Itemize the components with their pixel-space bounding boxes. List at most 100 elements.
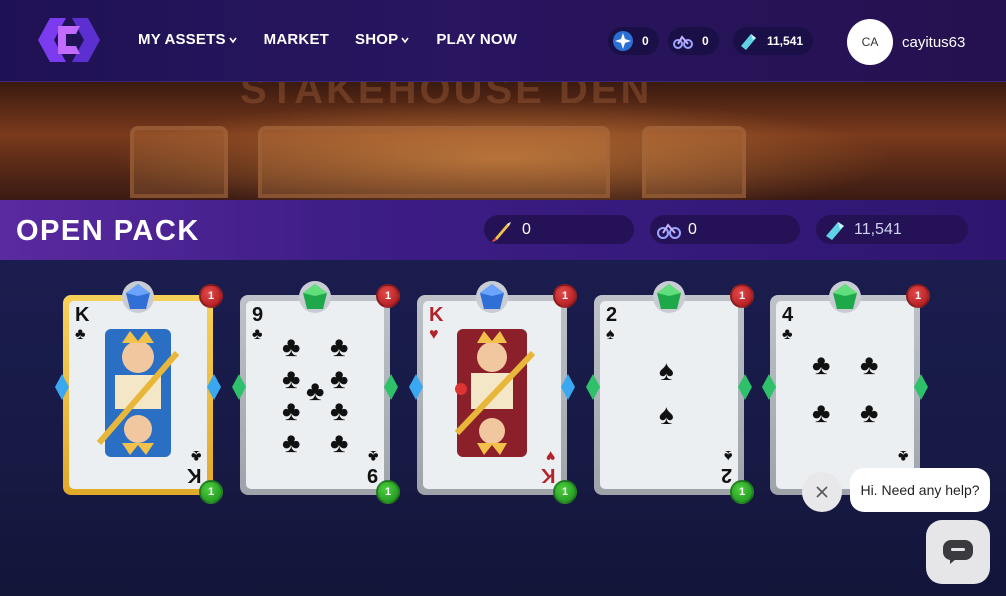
side-gem-icon	[384, 374, 398, 400]
blue-gem-icon	[476, 281, 508, 313]
card-suit: ♥	[429, 326, 439, 343]
banner-sign: STAKEHOUSE DEN	[240, 82, 653, 112]
suit-pip: ♣	[282, 395, 301, 426]
banner-window	[130, 126, 228, 198]
blue-gem-icon	[122, 281, 154, 313]
balance-gem: 11,541	[816, 215, 968, 244]
card-suit-bottom: ♣	[190, 447, 202, 464]
user-menu[interactable]: CA cayitus63	[847, 19, 965, 65]
suit-pip: ♣	[282, 427, 301, 458]
gem-icon	[737, 30, 759, 52]
top-count-badge: 1	[730, 284, 754, 308]
balance-gem-value: 11,541	[854, 220, 902, 238]
open-pack-title: OPEN PACK	[16, 215, 200, 247]
card-face: K ♣ K ♣	[69, 301, 207, 489]
suit-pip: ♣	[860, 397, 879, 428]
currency-star-token-value: 0	[642, 34, 649, 48]
card-k-clubs[interactable]: K ♣ K ♣ 1 1	[55, 281, 223, 504]
chat-launcher-button[interactable]	[926, 520, 990, 584]
nav-play-now[interactable]: PLAY NOW	[436, 31, 517, 48]
banner-window	[642, 126, 746, 198]
nav-shop[interactable]: SHOP	[355, 31, 410, 48]
suit-pip: ♣	[330, 427, 349, 458]
card-rank-bottom: K	[540, 464, 555, 486]
king-portrait-image	[454, 329, 536, 457]
card-frame: 9 ♣ ♣ ♣ ♣ ♣ ♣ ♣ ♣ ♣ ♣ 9 ♣	[240, 295, 390, 495]
balance-rocket-value: 0	[522, 220, 531, 238]
bottom-count-badge: 1	[376, 480, 400, 504]
suit-pip: ♣	[282, 363, 301, 394]
nav-my-assets-label: MY ASSETS	[138, 31, 226, 48]
card-suit-bottom: ♠	[723, 447, 733, 464]
nav-my-assets[interactable]: MY ASSETS	[138, 31, 238, 48]
close-icon	[816, 486, 828, 498]
card-suit-bottom: ♥	[545, 447, 556, 464]
bottom-count-badge: 1	[730, 480, 754, 504]
suit-pip: ♣	[860, 349, 879, 380]
card-suit: ♣	[75, 326, 86, 343]
bike-icon	[672, 30, 694, 52]
venue-banner: STAKEHOUSE DEN	[0, 82, 1006, 200]
side-gem-icon	[207, 374, 221, 400]
bottom-count-badge: 1	[553, 480, 577, 504]
card-rank: 9	[252, 304, 264, 326]
card-2-spades[interactable]: 2 ♠ ♠ ♠ 2 ♠ 1 1	[586, 281, 754, 504]
gem-icon	[822, 217, 848, 243]
currency-bike-value: 0	[702, 34, 709, 48]
card-frame: 2 ♠ ♠ ♠ 2 ♠	[594, 295, 744, 495]
nav-market[interactable]: MARKET	[264, 31, 329, 48]
bike-icon	[656, 217, 682, 243]
card-9-clubs[interactable]: 9 ♣ ♣ ♣ ♣ ♣ ♣ ♣ ♣ ♣ ♣ 9 ♣ 1 1	[232, 281, 400, 504]
card-suit: ♣	[782, 326, 793, 343]
top-count-badge: 1	[199, 284, 223, 308]
card-suit: ♣	[252, 326, 263, 343]
card-k-hearts[interactable]: K ♥ K ♥ 1 1	[409, 281, 577, 504]
card-suit-bottom: ♣	[367, 447, 379, 464]
currency-star-token: 0	[608, 27, 659, 55]
side-gem-icon	[561, 374, 575, 400]
card-suit-bottom: ♣	[897, 447, 909, 464]
card-face: 9 ♣ ♣ ♣ ♣ ♣ ♣ ♣ ♣ ♣ ♣ 9 ♣	[246, 301, 384, 489]
username[interactable]: cayitus63	[902, 34, 965, 51]
balance-bike-value: 0	[688, 220, 697, 238]
green-gem-icon	[299, 281, 331, 313]
side-gem-icon	[232, 374, 246, 400]
suit-pip: ♣	[812, 397, 831, 428]
top-navbar: MY ASSETS MARKET SHOP PLAY NOW 0 0 11,54…	[0, 0, 1006, 82]
suit-pip: ♣	[306, 375, 325, 406]
side-gem-icon	[586, 374, 600, 400]
green-gem-icon	[829, 281, 861, 313]
card-4-clubs[interactable]: 4 ♣ ♣ ♣ ♣ ♣ 4 ♣ 1 1	[762, 281, 930, 504]
top-count-badge: 1	[906, 284, 930, 308]
suit-pip: ♠	[659, 399, 674, 430]
brand-logo[interactable]	[32, 12, 106, 68]
top-count-badge: 1	[376, 284, 400, 308]
card-rank: 2	[606, 304, 618, 326]
chevron-down-icon	[401, 37, 409, 43]
chat-dismiss-button[interactable]	[802, 472, 842, 512]
chevron-down-icon	[229, 37, 237, 43]
card-rank: K	[75, 304, 90, 326]
suit-pip: ♣	[330, 331, 349, 362]
chat-greeting[interactable]: Hi. Need any help?	[850, 468, 990, 512]
suit-pip: ♣	[812, 349, 831, 380]
king-portrait-image	[96, 329, 180, 457]
rocket-icon	[490, 217, 516, 243]
open-pack-header: OPEN PACK 0 0 11,541	[0, 200, 1006, 260]
nav-shop-label: SHOP	[355, 31, 399, 48]
side-gem-icon	[409, 374, 423, 400]
currency-gem-value: 11,541	[767, 34, 804, 48]
side-gem-icon	[914, 374, 928, 400]
avatar[interactable]: CA	[847, 19, 893, 65]
card-frame: K ♥ K ♥	[417, 295, 567, 495]
currency-bike: 0	[668, 27, 719, 55]
suit-pip: ♣	[330, 363, 349, 394]
side-gem-icon	[738, 374, 752, 400]
card-face: K ♥ K ♥	[423, 301, 561, 489]
card-rank: K	[429, 304, 444, 326]
card-frame: 4 ♣ ♣ ♣ ♣ ♣ 4 ♣	[770, 295, 920, 495]
side-gem-icon	[762, 374, 776, 400]
bottom-count-badge: 1	[199, 480, 223, 504]
card-rank: 4	[782, 304, 794, 326]
card-frame: K ♣ K ♣	[63, 295, 213, 495]
